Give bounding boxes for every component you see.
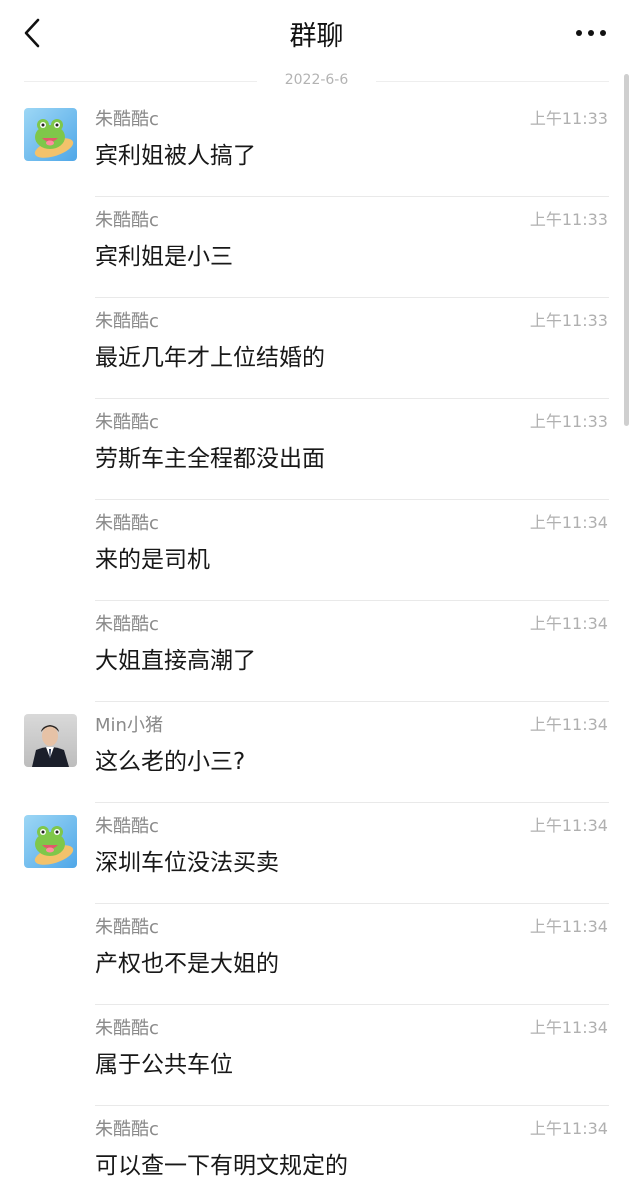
message-item[interactable]: Min小猪 上午11:34 这么老的小三?	[0, 702, 633, 803]
sender-name: Min小猪	[95, 715, 163, 736]
message-time: 上午11:34	[529, 917, 608, 936]
sender-name: 朱酷酷c	[95, 614, 159, 635]
message-text: 这么老的小三?	[95, 749, 246, 775]
message-item[interactable]: 朱酷酷c 上午11:34 产权也不是大姐的	[0, 904, 633, 1005]
message-time: 上午11:34	[529, 715, 608, 734]
message-text: 来的是司机	[95, 547, 210, 573]
back-button[interactable]	[18, 16, 48, 50]
message-time: 上午11:33	[529, 311, 608, 330]
message-text: 宾利姐是小三	[95, 244, 233, 270]
sender-name: 朱酷酷c	[95, 412, 159, 433]
date-label: 2022-6-6	[284, 72, 349, 88]
message-time: 上午11:33	[529, 412, 608, 431]
sender-name: 朱酷酷c	[95, 210, 159, 231]
message-item[interactable]: 朱酷酷c 上午11:33 宾利姐被人搞了	[0, 96, 633, 197]
chat-page: 群聊 2022-6-6 朱酷酷c 上午11:33 宾利姐被人搞了 朱酷酷c 上午11:3…	[0, 0, 633, 1200]
message-item[interactable]: 朱酷酷c 上午11:34 深圳车位没法买卖	[0, 803, 633, 904]
message-text: 深圳车位没法买卖	[95, 850, 279, 876]
message-time: 上午11:34	[529, 1119, 608, 1138]
avatar-frog[interactable]	[24, 108, 77, 161]
message-text: 宾利姐被人搞了	[95, 143, 256, 169]
message-text: 可以查一下有明文规定的	[95, 1153, 348, 1179]
message-item[interactable]: 朱酷酷c 上午11:34 属于公共车位	[0, 1005, 633, 1106]
message-item[interactable]: 朱酷酷c 上午11:34 可以查一下有明文规定的	[0, 1106, 633, 1200]
divider	[24, 81, 257, 82]
sender-name: 朱酷酷c	[95, 109, 159, 130]
chevron-left-icon	[24, 18, 40, 48]
sender-name: 朱酷酷c	[95, 311, 159, 332]
message-text: 产权也不是大姐的	[95, 951, 279, 977]
sender-name: 朱酷酷c	[95, 917, 159, 938]
message-item[interactable]: 朱酷酷c 上午11:34 大姐直接高潮了	[0, 601, 633, 702]
more-button[interactable]	[570, 20, 612, 46]
message-item[interactable]: 朱酷酷c 上午11:33 宾利姐是小三	[0, 197, 633, 298]
message-time: 上午11:34	[529, 513, 608, 532]
message-time: 上午11:34	[529, 816, 608, 835]
nav-bar: 群聊	[0, 0, 633, 66]
message-item[interactable]: 朱酷酷c 上午11:34 来的是司机	[0, 500, 633, 601]
avatar-man[interactable]	[24, 714, 77, 767]
message-text: 最近几年才上位结婚的	[95, 345, 325, 371]
message-text: 劳斯车主全程都没出面	[95, 446, 325, 472]
sender-name: 朱酷酷c	[95, 513, 159, 534]
date-separator: 2022-6-6	[24, 70, 609, 94]
message-time: 上午11:33	[529, 210, 608, 229]
sender-name: 朱酷酷c	[95, 816, 159, 837]
message-item[interactable]: 朱酷酷c 上午11:33 最近几年才上位结婚的	[0, 298, 633, 399]
message-time: 上午11:34	[529, 1018, 608, 1037]
message-time: 上午11:34	[529, 614, 608, 633]
page-title: 群聊	[289, 21, 344, 52]
divider	[376, 81, 609, 82]
sender-name: 朱酷酷c	[95, 1018, 159, 1039]
message-text: 属于公共车位	[95, 1052, 233, 1078]
message-item[interactable]: 朱酷酷c 上午11:33 劳斯车主全程都没出面	[0, 399, 633, 500]
message-text: 大姐直接高潮了	[95, 648, 256, 674]
sender-name: 朱酷酷c	[95, 1119, 159, 1140]
message-time: 上午11:33	[529, 109, 608, 128]
ellipsis-icon	[576, 30, 606, 36]
avatar-frog[interactable]	[24, 815, 77, 868]
